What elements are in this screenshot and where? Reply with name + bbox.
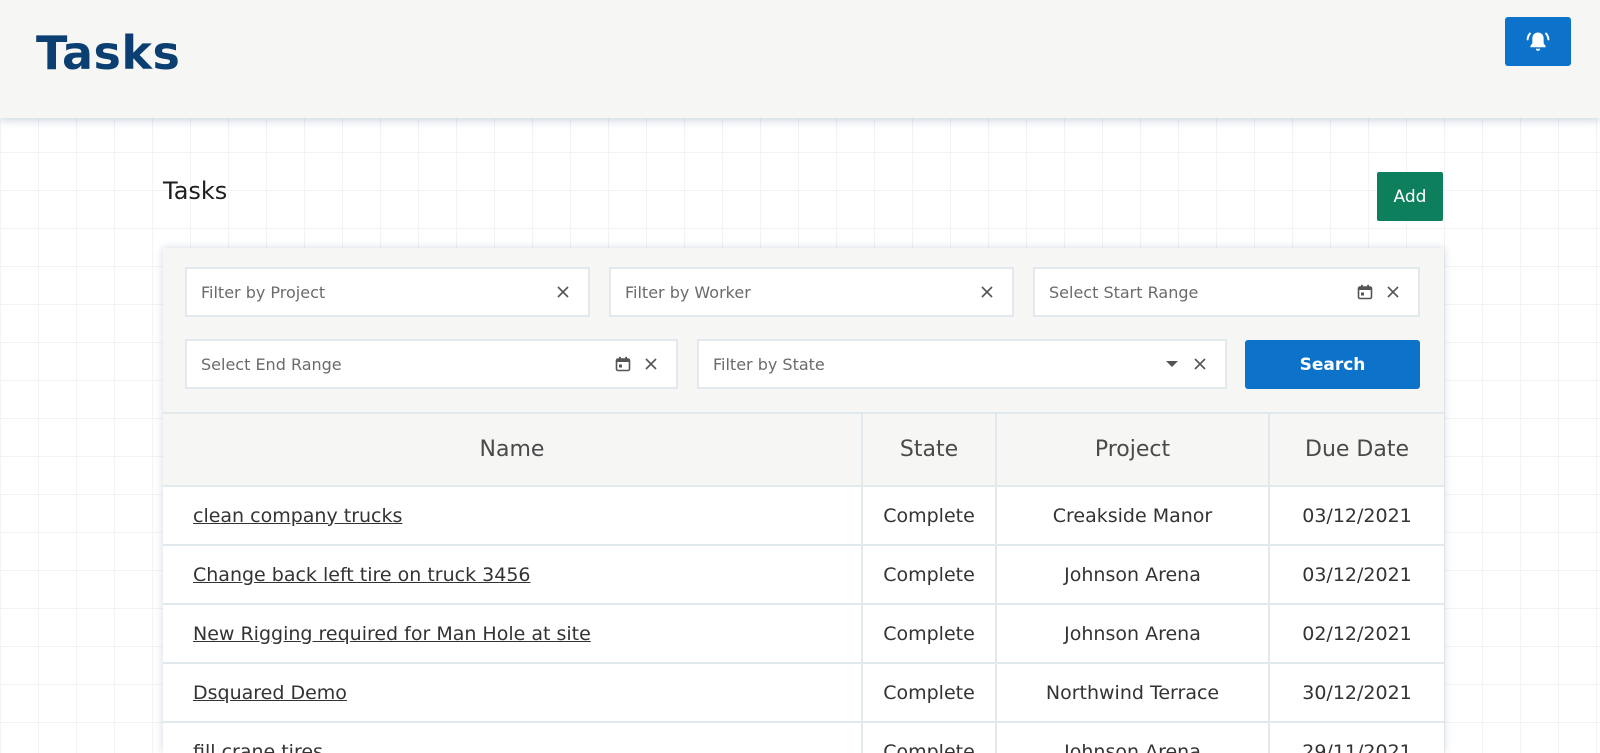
close-icon[interactable] — [640, 353, 662, 375]
add-task-button[interactable]: Add — [1377, 172, 1443, 221]
task-state: Complete — [861, 721, 997, 753]
task-name-link[interactable]: New Rigging required for Man Hole at sit… — [193, 623, 591, 645]
app-title: Tasks — [36, 26, 181, 80]
bell-icon — [1525, 29, 1551, 55]
close-icon[interactable] — [1189, 353, 1211, 375]
search-button[interactable]: Search — [1245, 340, 1420, 389]
column-header-name[interactable]: Name — [163, 412, 863, 487]
project-filter — [185, 267, 590, 317]
worker-filter — [609, 267, 1014, 317]
task-project: Johnson Arena — [995, 603, 1270, 664]
state-filter — [697, 339, 1227, 389]
dropdown-caret-icon[interactable] — [1161, 353, 1183, 375]
task-due-date: 03/12/2021 — [1268, 485, 1444, 546]
task-due-date: 30/12/2021 — [1268, 662, 1444, 723]
table-row: Change back left tire on truck 3456 Comp… — [163, 544, 1444, 605]
state-filter-input[interactable] — [699, 341, 1161, 387]
filters-bar: Search — [163, 248, 1444, 412]
task-state: Complete — [861, 603, 997, 664]
end-range-input[interactable] — [187, 341, 612, 387]
section-title: Tasks — [163, 177, 228, 205]
table-row: Dsquared Demo Complete Northwind Terrace… — [163, 662, 1444, 723]
task-name-cell: clean company trucks — [163, 485, 863, 546]
tasks-panel: Search Name State Project Due Date clean… — [163, 248, 1444, 753]
top-bar: Tasks — [0, 0, 1600, 118]
task-name-link[interactable]: Change back left tire on truck 3456 — [193, 564, 531, 586]
task-state: Complete — [861, 485, 997, 546]
task-due-date: 02/12/2021 — [1268, 603, 1444, 664]
task-name-cell: Change back left tire on truck 3456 — [163, 544, 863, 605]
task-name-link[interactable]: fill crane tires — [193, 741, 323, 753]
close-icon[interactable] — [1382, 281, 1404, 303]
table-row: New Rigging required for Man Hole at sit… — [163, 603, 1444, 664]
column-header-project[interactable]: Project — [995, 412, 1270, 487]
end-range-filter — [185, 339, 678, 389]
tasks-table: Name State Project Due Date clean compan… — [163, 412, 1444, 753]
task-project: Northwind Terrace — [995, 662, 1270, 723]
column-header-state[interactable]: State — [861, 412, 997, 487]
task-project: Johnson Arena — [995, 721, 1270, 753]
project-filter-input[interactable] — [187, 269, 552, 315]
notifications-button[interactable] — [1505, 17, 1571, 66]
task-name-cell: Dsquared Demo — [163, 662, 863, 723]
table-header-row: Name State Project Due Date — [163, 412, 1444, 487]
column-header-due-date[interactable]: Due Date — [1268, 412, 1444, 487]
start-range-filter — [1033, 267, 1420, 317]
task-name-cell: fill crane tires — [163, 721, 863, 753]
worker-filter-input[interactable] — [611, 269, 976, 315]
table-row: clean company trucks Complete Creakside … — [163, 485, 1444, 546]
task-name-link[interactable]: Dsquared Demo — [193, 682, 347, 704]
close-icon[interactable] — [976, 281, 998, 303]
task-state: Complete — [861, 662, 997, 723]
table-row: fill crane tires Complete Johnson Arena … — [163, 721, 1444, 753]
start-range-input[interactable] — [1035, 269, 1354, 315]
close-icon[interactable] — [552, 281, 574, 303]
task-project: Johnson Arena — [995, 544, 1270, 605]
task-due-date: 29/11/2021 — [1268, 721, 1444, 753]
task-name-cell: New Rigging required for Man Hole at sit… — [163, 603, 863, 664]
calendar-icon[interactable] — [1354, 281, 1376, 303]
task-project: Creakside Manor — [995, 485, 1270, 546]
task-state: Complete — [861, 544, 997, 605]
calendar-icon[interactable] — [612, 353, 634, 375]
task-due-date: 03/12/2021 — [1268, 544, 1444, 605]
task-name-link[interactable]: clean company trucks — [193, 505, 402, 527]
